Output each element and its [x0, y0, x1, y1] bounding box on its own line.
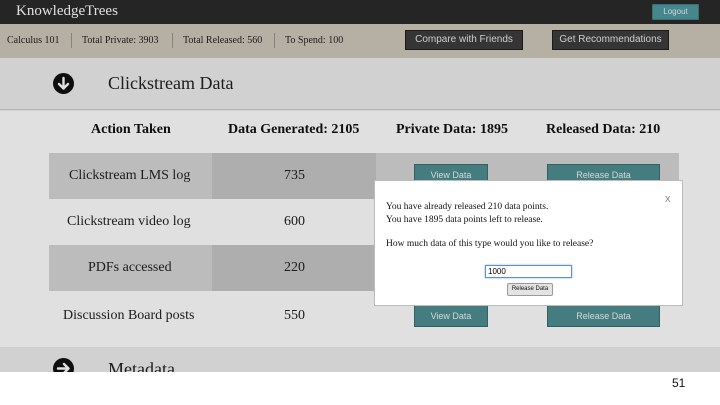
modal-remaining-text: You have 1895 data points left to releas…: [386, 215, 543, 225]
modal-release-data-button[interactable]: Release Data: [507, 283, 553, 296]
modal-question-text: How much data of this type would you lik…: [386, 239, 594, 249]
slide-number: 51: [672, 376, 686, 390]
close-icon[interactable]: x: [665, 193, 671, 205]
modal-released-text: You have already released 210 data point…: [386, 202, 549, 212]
release-data-modal: x You have already released 210 data poi…: [374, 180, 683, 306]
knowledgetrees-app: KnowledgeTrees Logout Calculus 101 Total…: [0, 0, 720, 372]
release-amount-input[interactable]: [485, 265, 572, 278]
